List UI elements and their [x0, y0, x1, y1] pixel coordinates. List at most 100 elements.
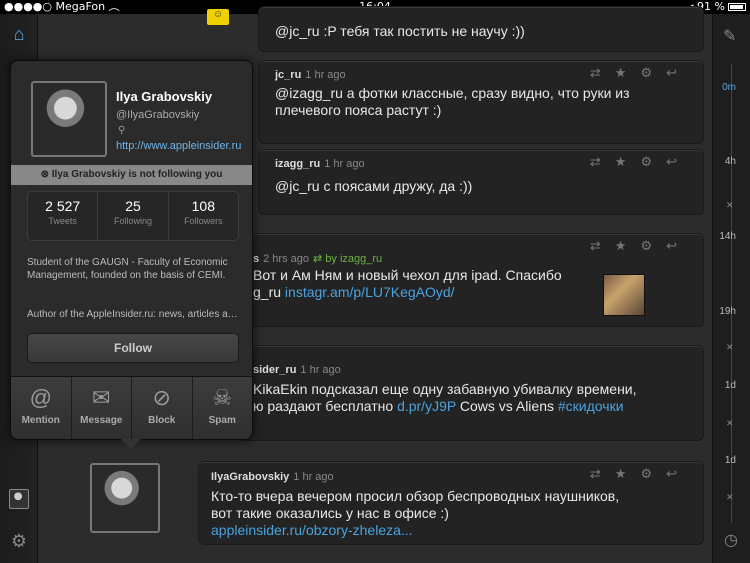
- tweet-meta: s 2 hrs ago ⇄ by izagg_ru: [253, 252, 382, 265]
- gear-icon[interactable]: ⚙: [9, 531, 29, 551]
- skull-icon: ☠: [212, 385, 233, 410]
- star-icon[interactable]: ★: [615, 238, 641, 253]
- avatar[interactable]: [90, 463, 160, 533]
- reply-icon[interactable]: ↩: [666, 65, 691, 80]
- follow-button[interactable]: Follow: [27, 333, 239, 363]
- tweet-meta: sider_ru 1 hr ago: [253, 364, 341, 376]
- tweet-link[interactable]: d.pr/yJ9P: [397, 398, 456, 414]
- gap-marker: ✕: [726, 200, 734, 210]
- profile-url[interactable]: http://www.appleinsider.ru: [116, 140, 246, 152]
- reply-icon[interactable]: ↩: [666, 466, 691, 481]
- action-label: Mention: [21, 415, 60, 426]
- tweet-text: Кто-то вчера вечером просил обзор беспро…: [211, 488, 691, 539]
- tweet-line-prefix: ю раздают бесплатно: [253, 398, 398, 414]
- tweet-card[interactable]: s 2 hrs ago ⇄ by izagg_ru ⇄★⚙↩ Вот и Ам Ня…: [238, 233, 704, 327]
- tweet-actions: ⇄★⚙↩: [590, 65, 691, 81]
- tweet-user[interactable]: izagg_ru: [275, 158, 320, 170]
- tweet-time: 1 hr ago: [305, 69, 346, 81]
- tweet-card[interactable]: sider_ru 1 hr ago KikaEkin подсказал еще …: [238, 345, 704, 441]
- tweet-user[interactable]: jc_ru: [275, 69, 301, 81]
- profile-handle: @IlyaGrabovskiy: [116, 109, 200, 121]
- tweet-line: вот такие оказались у нас в офисе :): [211, 505, 449, 521]
- account-avatar[interactable]: [9, 489, 29, 509]
- timeline-mark: 1d: [724, 380, 736, 391]
- profile-popover: Ilya Grabovskiy @IlyaGrabovskiy ⚲ http:/…: [10, 60, 253, 449]
- profile-bio: Student of the GAUGN - Faculty of Econom…: [27, 257, 228, 281]
- retweet-icon[interactable]: ⇄: [590, 466, 615, 481]
- retweet-icon[interactable]: ⇄: [590, 238, 615, 253]
- gear-icon[interactable]: ⚙: [640, 65, 666, 80]
- profile-stats: 2 527 Tweets 25 Following 108 Followers: [27, 191, 239, 241]
- tweet-card[interactable]: izagg_ru 1 hr ago ⇄★⚙↩ @jc_ru с поясами д…: [258, 149, 704, 215]
- profile-action-bar: @ Mention ✉ Message ⊘ Block ☠ Spam: [11, 376, 252, 439]
- star-icon[interactable]: ★: [615, 65, 641, 80]
- tweet-meta: izagg_ru 1 hr ago: [275, 158, 365, 170]
- action-label: Message: [80, 415, 123, 426]
- tweet-link[interactable]: appleinsider.ru/obzory-zheleza...: [211, 522, 691, 539]
- tweet-card[interactable]: jc_ru 1 hr ago ⇄★⚙↩ @izagg_ru а фотки кла…: [258, 60, 704, 144]
- tweet-card[interactable]: IlyaGrabovskiy 1 hr ago ⇄★⚙↩ Кто-то вчера…: [198, 461, 704, 545]
- stat-tweets[interactable]: 2 527 Tweets: [28, 192, 99, 240]
- gap-marker: ✕: [726, 342, 734, 352]
- tweet-user[interactable]: s: [253, 253, 259, 265]
- timeline-mark: 1d: [724, 455, 736, 466]
- reply-icon[interactable]: ↩: [666, 238, 691, 253]
- timeline-mark: 4h: [724, 156, 736, 167]
- retweet-icon[interactable]: ⇄: [590, 65, 615, 80]
- tweet-line: Кто-то вчера вечером просил обзор беспро…: [211, 488, 620, 504]
- block-button[interactable]: ⊘ Block: [132, 377, 193, 439]
- battery-fill: [730, 5, 743, 9]
- action-label: Spam: [208, 415, 236, 426]
- stat-followers[interactable]: 108 Followers: [169, 192, 238, 240]
- tweet-line: KikaEkin подсказал еще одну забавную уби…: [253, 381, 637, 397]
- tweet-actions: ⇄★⚙↩: [590, 466, 691, 482]
- retweet-icon[interactable]: ⇄: [590, 154, 615, 169]
- reply-icon[interactable]: ↩: [666, 154, 691, 169]
- profile-name: Ilya Grabovskiy: [116, 89, 213, 104]
- gap-marker: ✕: [726, 492, 734, 502]
- gap-marker: ✕: [726, 418, 734, 428]
- gear-icon[interactable]: ⚙: [640, 466, 666, 481]
- tweet-meta: jc_ru 1 hr ago: [275, 69, 346, 81]
- clock-icon[interactable]: ◷: [724, 530, 738, 550]
- envelope-icon: ✉: [92, 385, 111, 410]
- gear-icon[interactable]: ⚙: [640, 154, 666, 169]
- mention-button[interactable]: @ Mention: [11, 377, 72, 439]
- home-icon[interactable]: ⌂: [9, 24, 29, 44]
- tweet-text: @izagg_ru а фотки классные, сразу видно,…: [275, 85, 630, 118]
- stat-label: Following: [113, 216, 152, 226]
- tweet-user[interactable]: sider_ru: [253, 364, 296, 376]
- tweet-link[interactable]: instagr.am/p/LU7KegAOyd/: [285, 284, 455, 300]
- tweet-actions: ⇄★⚙↩: [590, 238, 691, 254]
- location-pin-icon: ⚲: [118, 125, 126, 136]
- follow-status-text: Ilya Grabovskiy is not following you: [51, 169, 223, 180]
- spam-button[interactable]: ☠ Spam: [192, 377, 252, 439]
- tweet-text: Вот и Ам Ням и новый чехол для ipad. Спа…: [253, 267, 593, 301]
- timeline-scrubber[interactable]: ✎ 0m 4h 14h 19h 1d 1d ✕ ✕ ✕ ✕ ◷: [712, 14, 750, 563]
- compose-icon[interactable]: ✎: [723, 26, 736, 46]
- tweet-card[interactable]: ☺ @jc_ru :P тебя так постить не научу :)…: [207, 6, 704, 52]
- tweet-line-suffix: Cows vs Aliens: [455, 398, 558, 414]
- tweet-text: @jc_ru с поясами дружу, да :)): [275, 178, 473, 194]
- hashtag[interactable]: #скидочки: [558, 398, 624, 414]
- tweet-line: Вот и Ам Ням и новый чехол для ipad. Спа…: [253, 267, 562, 283]
- timeline-mark: 0m: [722, 82, 736, 93]
- retweeted-by: ⇄ by izagg_ru: [313, 253, 383, 265]
- block-icon: ⊘: [152, 385, 171, 410]
- stat-following[interactable]: 25 Following: [98, 192, 169, 240]
- tweet-time: 2 hrs ago: [263, 253, 309, 265]
- gear-icon[interactable]: ⚙: [640, 238, 666, 253]
- profile-avatar[interactable]: [31, 81, 107, 157]
- star-icon[interactable]: ★: [615, 154, 641, 169]
- message-button[interactable]: ✉ Message: [71, 377, 132, 439]
- avatar[interactable]: ☺: [207, 9, 229, 25]
- tweet-user[interactable]: IlyaGrabovskiy: [211, 471, 289, 483]
- tweet-text: @jc_ru :P тебя так постить не научу :)): [275, 23, 525, 39]
- stat-label: Followers: [184, 216, 223, 226]
- star-icon[interactable]: ★: [615, 466, 641, 481]
- tweet-line: ю раздают бесплатно d.pr/yJ9P Cows vs Al…: [253, 398, 693, 415]
- stat-label: Tweets: [48, 216, 77, 226]
- tweet-meta: IlyaGrabovskiy 1 hr ago: [211, 471, 334, 483]
- photo-thumbnail[interactable]: [603, 274, 645, 316]
- tweet-line-prefix: g_ru: [253, 284, 285, 300]
